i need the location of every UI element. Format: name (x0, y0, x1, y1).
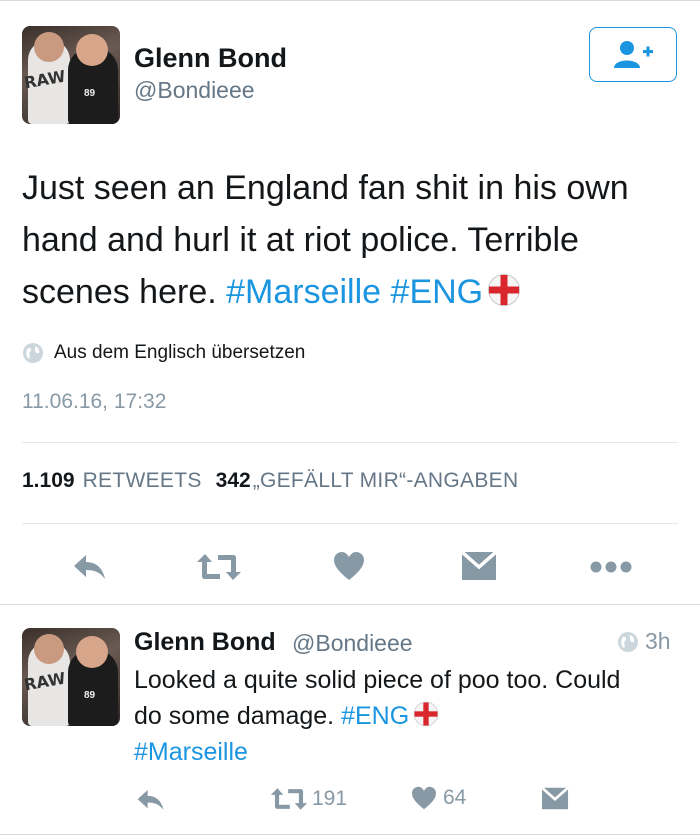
reply-button[interactable] (72, 553, 108, 581)
tweet-timestamp: 11.06.16, 17:32 (22, 390, 167, 413)
more-button[interactable] (590, 561, 632, 573)
envelope-icon (461, 551, 497, 580)
hashtag-marseille[interactable]: #Marseille (226, 273, 381, 311)
retweet-icon (197, 554, 241, 580)
bottom-divider (0, 834, 700, 835)
add-user-icon (614, 40, 653, 68)
stats-divider-top (22, 442, 678, 443)
reply-icon (74, 555, 105, 579)
hashtag-eng[interactable]: #ENG (391, 273, 484, 311)
author-handle[interactable]: @Bondieee (134, 77, 255, 104)
reply-meta: 3h (617, 628, 671, 655)
heart-icon (412, 786, 436, 810)
tweet-separator (0, 604, 700, 605)
reply-age: 3h (645, 628, 671, 654)
reply-likes-count: 64 (443, 786, 467, 809)
stats-divider-bottom (22, 523, 678, 524)
reply-avatar-shirt-number: 89 (84, 690, 96, 701)
globe-icon (618, 631, 638, 652)
reply-icon (137, 790, 164, 810)
reply-author-name[interactable]: Glenn Bond (134, 628, 276, 657)
retweet-icon (270, 788, 308, 810)
author-name[interactable]: Glenn Bond (134, 43, 287, 74)
reply-reply-button[interactable] (136, 788, 166, 812)
retweet-button[interactable] (196, 552, 242, 582)
reply-retweet-button[interactable]: 191 (270, 786, 347, 812)
avatar[interactable]: RAW 89 (22, 26, 120, 124)
like-button[interactable] (333, 551, 365, 581)
reply-dm-button[interactable] (541, 787, 569, 810)
top-divider (0, 0, 700, 1)
direct-message-button[interactable] (461, 551, 497, 581)
follow-button[interactable] (589, 27, 677, 82)
retweets-count[interactable]: 1.109 (22, 469, 75, 493)
reply-hashtag-eng[interactable]: #ENG (341, 702, 409, 730)
likes-count[interactable]: 342 (216, 469, 251, 493)
england-flag-icon (413, 701, 439, 727)
reply-avatar[interactable]: RAW 89 (22, 628, 120, 726)
heart-icon (334, 552, 364, 580)
tweet-stats: 1.109 RETWEETS 342 „GEFÄLLT MIR“-ANGABEN (22, 469, 532, 493)
reply-retweets-count: 191 (312, 787, 348, 810)
reply-like-button[interactable]: 64 (411, 786, 466, 810)
more-icon (590, 561, 632, 573)
retweets-label[interactable]: RETWEETS (83, 469, 202, 493)
avatar-shirt-number: 89 (84, 88, 96, 99)
envelope-icon (541, 787, 569, 810)
reply-author-handle[interactable]: @Bondieee (292, 630, 413, 657)
translate-label: Aus dem Englisch übersetzen (54, 342, 306, 363)
reply-hashtag-marseille[interactable]: #Marseille (134, 738, 248, 766)
translate-link[interactable]: Aus dem Englisch übersetzen (22, 342, 305, 364)
globe-icon (23, 343, 43, 363)
england-flag-icon (488, 274, 521, 306)
tweet-text: Just seen an England fan shit in his own… (22, 162, 682, 318)
reply-text: Looked a quite solid piece of poo too. C… (134, 662, 654, 770)
likes-label[interactable]: „GEFÄLLT MIR“-ANGABEN (253, 469, 519, 493)
